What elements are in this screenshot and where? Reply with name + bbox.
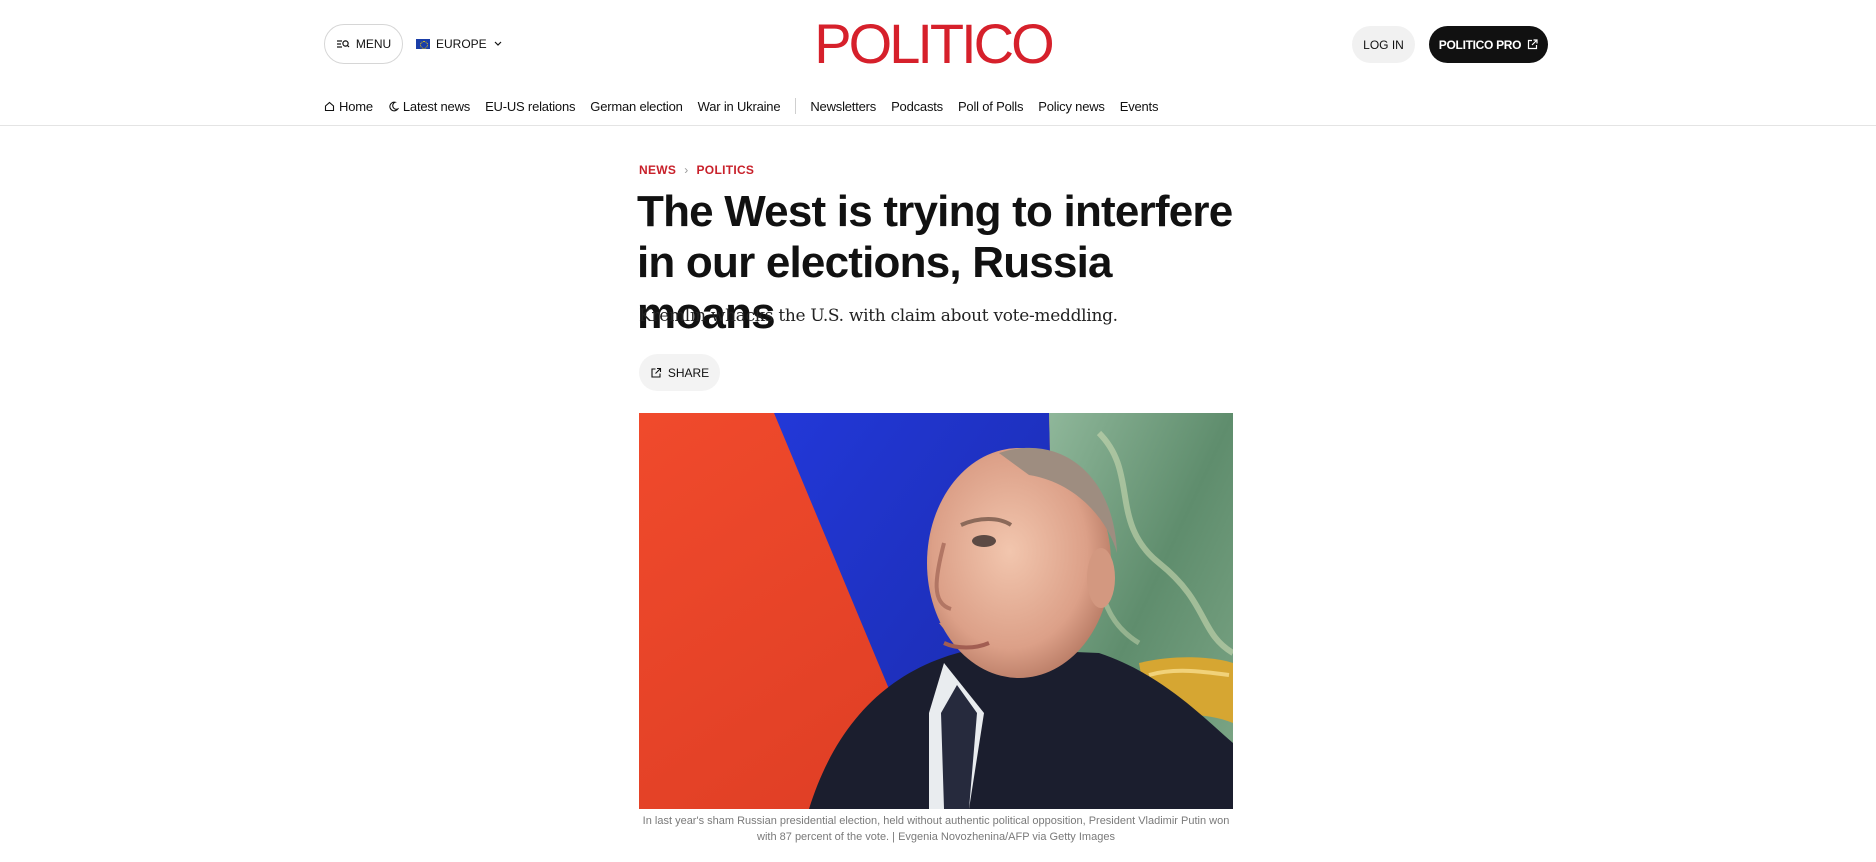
- nav-divider-line: [0, 125, 1876, 126]
- breadcrumb-news[interactable]: NEWS: [639, 163, 676, 177]
- politico-pro-label: POLITICO PRO: [1438, 37, 1522, 52]
- chevron-right-icon: ›: [684, 163, 689, 177]
- chevron-down-icon: [493, 40, 503, 48]
- home-icon: [324, 101, 335, 112]
- photo-caption: In last year's sham Russian presidential…: [642, 815, 1230, 843]
- putin-photo-illustration: [639, 413, 1233, 809]
- nav-item-eu-us-relations[interactable]: EU-US relations: [485, 99, 575, 114]
- nav-item-home[interactable]: Home: [324, 99, 373, 114]
- nav-item-label: Home: [339, 98, 373, 114]
- article-dek: Kremlin whacks the U.S. with claim about…: [639, 306, 1118, 326]
- nav-item-newsletters[interactable]: Newsletters: [810, 99, 876, 114]
- menu-button[interactable]: MENU: [324, 24, 403, 64]
- main-nav: Home Latest news EU-US relations German …: [324, 95, 1173, 117]
- nav-item-events[interactable]: Events: [1120, 99, 1159, 114]
- article-lead-photo: [639, 413, 1233, 809]
- nav-item-podcasts[interactable]: Podcasts: [891, 99, 943, 114]
- external-link-icon: [1527, 39, 1538, 50]
- moon-icon: [388, 101, 399, 112]
- eu-flag-icon: [416, 39, 430, 49]
- edition-label: EUROPE: [436, 37, 487, 51]
- politico-logo[interactable]: POLITICO: [812, 14, 1054, 74]
- nav-item-war-in-ukraine[interactable]: War in Ukraine: [698, 99, 781, 114]
- nav-item-poll-of-polls[interactable]: Poll of Polls: [958, 99, 1024, 114]
- login-button[interactable]: LOG IN: [1352, 26, 1415, 63]
- share-icon: [650, 367, 662, 379]
- nav-item-policy-news[interactable]: Policy news: [1038, 99, 1105, 114]
- menu-search-icon: [336, 38, 350, 50]
- nav-divider: [795, 98, 797, 114]
- menu-button-label: MENU: [355, 37, 392, 51]
- share-label: SHARE: [667, 365, 710, 380]
- nav-item-latest-news[interactable]: Latest news: [388, 99, 470, 114]
- nav-item-german-election[interactable]: German election: [590, 99, 683, 114]
- breadcrumb: NEWS › POLITICS: [639, 163, 754, 177]
- nav-item-label: Latest news: [402, 98, 471, 114]
- share-button[interactable]: SHARE: [639, 354, 720, 391]
- breadcrumb-politics[interactable]: POLITICS: [697, 163, 755, 177]
- politico-pro-button[interactable]: POLITICO PRO: [1429, 26, 1548, 63]
- site-header: MENU EUROPE POLITICO LOG IN POLITICO PRO: [0, 0, 1876, 88]
- edition-selector[interactable]: EUROPE: [416, 24, 503, 64]
